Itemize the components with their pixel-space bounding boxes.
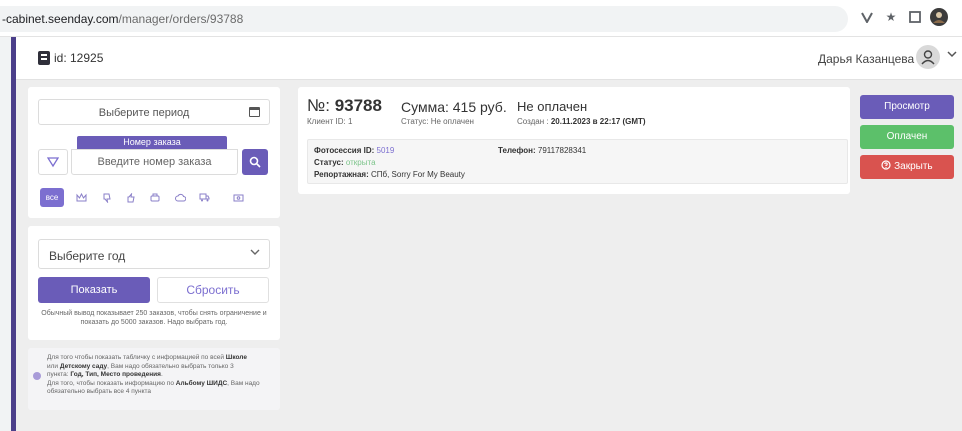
close-label: Закрыть <box>894 161 933 172</box>
user-id: id: 12925 <box>54 51 104 65</box>
info-line2a: или <box>47 362 60 370</box>
chevron-down-icon[interactable] <box>947 50 957 61</box>
created-value: 20.11.2023 в 22:17 (GMT) <box>550 117 646 126</box>
filter-chip-truck-icon[interactable] <box>194 188 214 207</box>
order-detail-box: Фотосессия ID: 5019 Телефон: 79117828341… <box>307 139 848 184</box>
photosession-id[interactable]: 5019 <box>377 146 395 155</box>
info-line3b: Год, Тип, Место проведения <box>70 371 161 378</box>
info-line5: обязательно выбрать все 4 пункта <box>47 388 152 395</box>
info-text: Для того чтобы показать табличку с инфор… <box>47 354 277 397</box>
chevron-down-icon <box>250 248 260 259</box>
session-status-label: Статус: <box>314 158 344 167</box>
id-card-icon <box>38 51 50 65</box>
paid-button[interactable]: Оплачен <box>860 125 954 149</box>
info-line3c: . <box>160 371 163 378</box>
filter-chip-money-icon[interactable] <box>228 188 248 207</box>
period-picker[interactable]: Выберите период <box>38 99 270 125</box>
created-date: Создан : 20.11.2023 в 22:17 (GMT) <box>517 117 646 126</box>
phone-line: Телефон: 79117828341 <box>498 146 586 155</box>
order-status-line: Статус: Не оплачен <box>401 117 474 126</box>
address-bar[interactable]: -cabinet.seenday.com/manager/orders/9378… <box>0 6 848 32</box>
order-number: №: 93788 <box>307 96 382 116</box>
created-label: Создан : <box>517 117 551 126</box>
reportage-value: СПб, Sorry For My Beauty <box>370 170 465 179</box>
phone-label: Телефон: <box>498 146 536 155</box>
info-line4a: Для того, чтобы показать информацию по <box>47 379 176 387</box>
browser-toolbar: -cabinet.seenday.com/manager/orders/9378… <box>0 0 962 37</box>
photosession-line: Фотосессия ID: 5019 <box>314 146 394 155</box>
phone-value: 79117828341 <box>537 146 587 155</box>
period-placeholder: Выберите период <box>98 107 190 119</box>
info-line4c: , Вам надо <box>227 379 260 387</box>
order-sum: Сумма: 415 руб. <box>401 99 507 115</box>
reset-button[interactable]: Сбросить <box>157 277 269 303</box>
search-icon <box>249 156 261 168</box>
filter-chip-crown-icon[interactable] <box>71 188 91 207</box>
window-icon[interactable] <box>906 8 924 26</box>
info-line1b: Школе <box>225 354 247 361</box>
year-placeholder: Выберите год <box>49 249 126 263</box>
order-number-field[interactable] <box>71 149 238 175</box>
app-header: id: 12925 Дарья Казанцева <box>16 37 962 80</box>
photosession-label: Фотосессия ID: <box>314 146 375 155</box>
user-name[interactable]: Дарья Казанцева <box>818 52 914 66</box>
client-id: Клиент ID: 1 <box>307 117 353 126</box>
session-status-value: открыта <box>345 158 376 167</box>
url-host: -cabinet.seenday.com <box>2 12 119 26</box>
payment-status: Не оплачен <box>517 99 588 114</box>
profile-icon[interactable] <box>930 8 948 26</box>
url-text: -cabinet.seenday.com/manager/orders/9378… <box>2 12 243 26</box>
calendar-icon <box>249 107 260 117</box>
info-line1a: Для того чтобы показать табличку с инфор… <box>47 354 226 361</box>
lightbulb-icon <box>33 372 41 380</box>
reportage-label: Репортажная: <box>314 170 369 179</box>
session-status-line: Статус: открыта <box>314 158 376 167</box>
reportage-line: Репортажная: СПб, Sorry For My Beauty <box>314 170 465 179</box>
close-button[interactable]: Закрыть <box>860 155 954 179</box>
v-icon[interactable] <box>858 8 876 26</box>
order-number-input[interactable] <box>72 150 237 174</box>
filter-chip-like-icon[interactable] <box>121 188 141 207</box>
order-number-value: 93788 <box>334 96 382 115</box>
hint-text: Обычный вывод показывает 250 заказов, чт… <box>41 310 267 326</box>
more-icon[interactable]: ⋮ <box>954 8 962 26</box>
user-avatar-icon <box>921 50 935 65</box>
filter-chip-all[interactable]: все <box>40 188 64 207</box>
url-path: /manager/orders/93788 <box>118 12 244 26</box>
order-number-prefix: №: <box>307 96 335 115</box>
question-circle-icon <box>881 160 891 170</box>
star-icon[interactable]: ★ <box>882 8 900 26</box>
filter-icon <box>47 156 59 167</box>
info-line2c: , Вам надо обязательно выбрать только 3 <box>107 362 234 370</box>
view-button[interactable]: Просмотр <box>860 95 954 119</box>
search-button[interactable] <box>242 149 268 175</box>
filter-chip-printer-icon[interactable] <box>145 188 165 207</box>
filter-chip-cloud-icon[interactable] <box>170 188 190 207</box>
filter-button[interactable] <box>38 149 68 175</box>
order-number-tag: Номер заказа <box>77 136 227 149</box>
info-line3a: пункта: <box>47 371 71 378</box>
year-select[interactable]: Выберите год <box>38 239 270 269</box>
info-line4b: Альбому ШИДС <box>175 379 228 387</box>
filter-chip-dislike-icon[interactable] <box>97 188 117 207</box>
avatar[interactable] <box>916 45 940 69</box>
info-line2b: Детскому саду <box>59 362 108 370</box>
show-button[interactable]: Показать <box>38 277 150 303</box>
